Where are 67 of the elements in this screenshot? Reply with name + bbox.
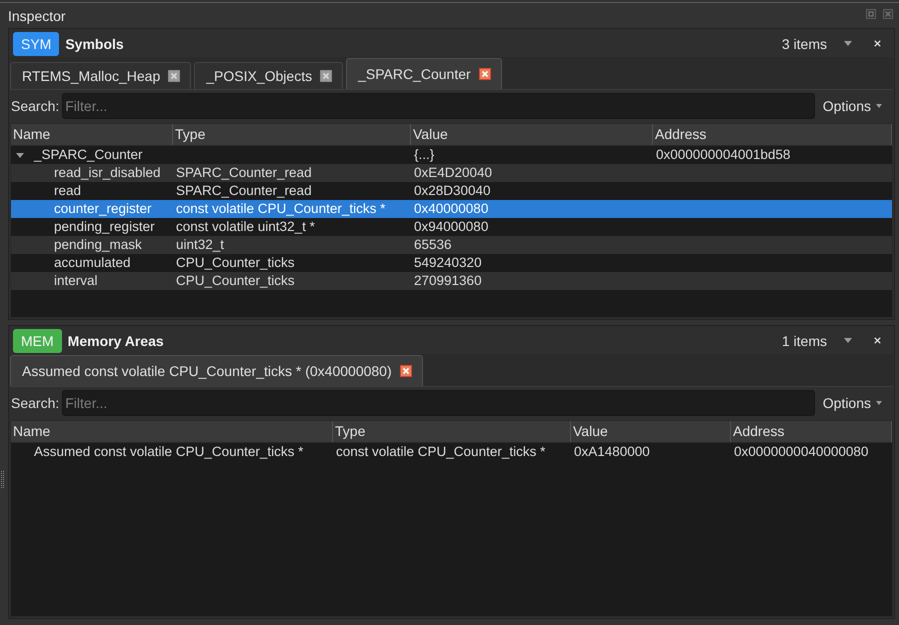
table-cell: 0x0000000040000080 [734, 443, 868, 461]
panel-badge: SYM [13, 32, 60, 56]
table-cell: const volatile CPU_Counter_ticks * [176, 200, 386, 218]
table-row[interactable]: read_isr_disabled SPARC_Counter_read 0xE4D20040 [11, 164, 892, 182]
table-cell: read_isr_disabled [54, 164, 161, 182]
tab[interactable]: RTEMS_Malloc_Heap [10, 62, 192, 89]
column-header[interactable]: Type [333, 421, 571, 442]
table-cell: 0xA1480000 [574, 443, 650, 461]
column-header[interactable]: Name [11, 124, 173, 145]
table-cell: CPU_Counter_ticks [176, 254, 295, 272]
column-header[interactable]: Name [11, 421, 333, 442]
table-cell: CPU_Counter_ticks [176, 272, 295, 290]
table-cell: 0x28D30040 [414, 182, 491, 200]
tab-close-icon[interactable] [400, 365, 412, 377]
panel-title: Symbols [65, 36, 124, 52]
table-cell: 0x000000004001bd58 [656, 146, 790, 164]
table-cell: 270991360 [414, 272, 482, 290]
table-cell: 0xE4D20040 [414, 164, 492, 182]
table-cell: const volatile uint32_t * [176, 218, 315, 236]
tab[interactable]: Assumed const volatile CPU_Counter_ticks * (0x40000080) [10, 355, 423, 386]
table-cell: {...} [414, 146, 434, 164]
table-cell: 0x40000080 [414, 200, 488, 218]
table-cell: SPARC_Counter_read [176, 164, 312, 182]
caret-icon [876, 401, 882, 405]
item-count: 1 items [782, 332, 827, 348]
table-cell: accumulated [54, 254, 131, 272]
table-cell: SPARC_Counter_read [176, 182, 312, 200]
column-header[interactable]: Value [571, 421, 731, 442]
table-cell: Assumed const volatile CPU_Counter_ticks * [34, 443, 304, 461]
panel-badge: MEM [13, 328, 62, 352]
table-cell: 549240320 [414, 254, 482, 272]
table-cell: pending_mask [54, 236, 142, 254]
window-title: Inspector [8, 8, 66, 24]
options-button[interactable]: Options [814, 93, 893, 119]
search-field[interactable]: Filter... [62, 390, 815, 416]
search-label: Search: [11, 98, 60, 114]
tab-close-icon[interactable] [478, 68, 491, 80]
tab[interactable]: _POSIX_Objects [194, 62, 344, 89]
table-row[interactable]: counter_register const volatile CPU_Counter_ticks * 0x40000080 [11, 200, 892, 218]
float-icon[interactable] [866, 8, 876, 18]
dropdown-caret-icon[interactable] [844, 338, 852, 343]
column-header[interactable]: Type [173, 124, 411, 145]
search-field[interactable]: Filter... [62, 93, 815, 119]
tab-close-icon[interactable] [320, 70, 332, 82]
table-cell: _SPARC_Counter [34, 146, 143, 164]
item-count: 3 items [782, 36, 827, 52]
column-header[interactable]: Value [411, 124, 653, 145]
dropdown-caret-icon[interactable] [844, 41, 852, 46]
caret-icon [876, 104, 882, 108]
caret-icon[interactable] [16, 152, 24, 158]
table-cell: interval [54, 272, 98, 290]
table-cell: counter_register [54, 200, 152, 218]
search-label: Search: [11, 395, 60, 411]
table-cell: const volatile CPU_Counter_ticks * [336, 443, 546, 461]
table-row[interactable]: pending_mask uint32_t 65536 [11, 236, 892, 254]
table-cell: 0x94000080 [414, 218, 488, 236]
tab[interactable]: _SPARC_Counter [346, 58, 502, 89]
table-cell: read [54, 182, 82, 200]
table-cell: 65536 [414, 236, 452, 254]
table-cell: pending_register [54, 218, 155, 236]
column-header[interactable]: Address [653, 124, 892, 145]
tab-close-icon[interactable] [168, 70, 180, 82]
panel-title: Memory Areas [68, 332, 164, 348]
table-row[interactable]: interval CPU_Counter_ticks 270991360 [11, 272, 892, 290]
table-cell: uint32_t [176, 236, 224, 254]
column-header[interactable]: Address [731, 421, 892, 442]
options-button[interactable]: Options [814, 390, 893, 416]
